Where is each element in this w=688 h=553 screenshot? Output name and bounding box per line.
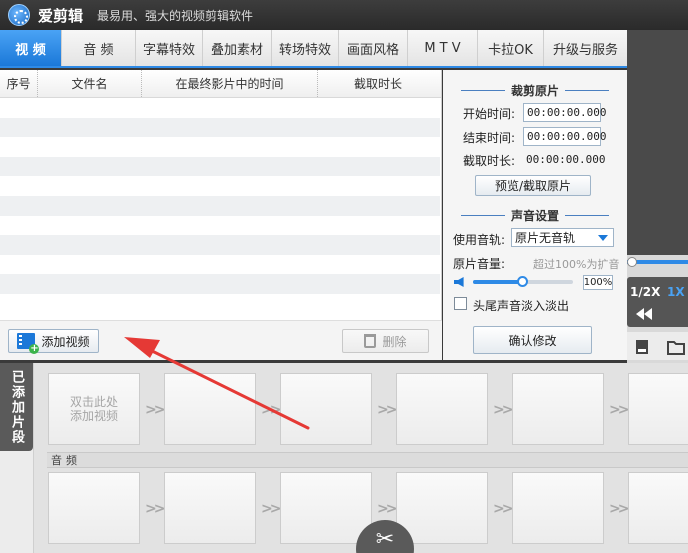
duration-value: 00:00:00.000 xyxy=(526,153,606,166)
clip-slot[interactable] xyxy=(396,373,488,445)
transition-chevron-icon: >> xyxy=(493,402,513,418)
tab-video[interactable]: 视 频 xyxy=(0,30,62,66)
audio-slot[interactable] xyxy=(48,472,140,544)
tab-mtv[interactable]: M T V xyxy=(408,30,478,66)
transition-chevron-icon: >> xyxy=(261,402,281,418)
file-list-panel: 序号 文件名 在最终影片中的时间 截取时长 添加视频 删除 xyxy=(0,70,442,360)
audio-track-label: 音频 xyxy=(47,452,688,468)
volume-slider-fill xyxy=(473,280,523,284)
table-row xyxy=(0,235,440,255)
speed-control-bar: 1/2X 1X xyxy=(627,277,688,327)
settings-panel: 裁剪原片 开始时间: 00:00:00.000 结束时间: 00:00:00.0… xyxy=(443,70,627,360)
chevron-down-icon xyxy=(598,235,608,241)
delete-label: 删除 xyxy=(382,334,407,349)
clip-slot[interactable] xyxy=(512,373,604,445)
tab-picture-style[interactable]: 画面风格 xyxy=(339,30,408,66)
speed-1x-button[interactable]: 1X xyxy=(667,285,685,299)
playback-slider-thumb[interactable] xyxy=(627,257,637,267)
audio-slot[interactable] xyxy=(280,472,372,544)
transition-chevron-icon: >> xyxy=(609,501,629,517)
volume-slider-thumb[interactable] xyxy=(517,276,528,287)
volume-label: 原片音量: xyxy=(453,257,506,271)
audio-slot[interactable] xyxy=(164,472,256,544)
duration-label: 截取时长: xyxy=(463,154,516,168)
file-table-body xyxy=(0,98,440,314)
table-row xyxy=(0,156,440,177)
table-row xyxy=(0,176,440,196)
transition-chevron-icon: >> xyxy=(377,501,397,517)
clip-section-title: 裁剪原片 xyxy=(443,82,627,99)
audio-slot[interactable] xyxy=(512,472,604,544)
col-filename[interactable]: 文件名 xyxy=(38,70,142,97)
table-row xyxy=(0,255,440,275)
tab-karaoke[interactable]: 卡拉OK xyxy=(478,30,544,66)
main-tab-bar: 视 频 音 频 字幕特效 叠加素材 转场特效 画面风格 M T V 卡拉OK 升… xyxy=(0,30,627,68)
add-film-icon xyxy=(17,333,40,354)
audio-slot[interactable] xyxy=(628,472,688,544)
transition-chevron-icon: >> xyxy=(261,501,281,517)
track-label: 使用音轨: xyxy=(453,233,506,247)
clip-slot[interactable] xyxy=(628,373,688,445)
clip-slot[interactable] xyxy=(280,373,372,445)
clip-slot-placeholder: 双击此处 添加视频 xyxy=(69,395,118,423)
add-video-label: 添加视频 xyxy=(41,334,90,349)
transition-chevron-icon: >> xyxy=(145,501,165,517)
table-row xyxy=(0,98,440,118)
player-controls: 1/2X 1X xyxy=(627,255,688,363)
table-row xyxy=(0,294,440,314)
tab-audio[interactable]: 音 频 xyxy=(62,30,136,66)
preview-area xyxy=(627,30,688,255)
tab-overlay-materials[interactable]: 叠加素材 xyxy=(203,30,272,66)
audio-track-select[interactable]: 原片无音轨 xyxy=(511,228,614,247)
file-table-header: 序号 文件名 在最终影片中的时间 截取时长 xyxy=(0,70,441,98)
file-list-toolbar: 添加视频 删除 xyxy=(0,320,442,360)
speaker-icon xyxy=(454,277,464,287)
preview-clip-button[interactable]: 预览/截取原片 xyxy=(475,175,591,196)
table-row xyxy=(0,117,440,138)
fade-checkbox[interactable] xyxy=(454,297,467,310)
speed-half-button[interactable]: 1/2X xyxy=(630,285,660,299)
sound-section-title: 声音设置 xyxy=(443,207,627,224)
col-index[interactable]: 序号 xyxy=(0,70,38,97)
volume-percent-input[interactable]: 100% xyxy=(583,275,613,290)
audio-track-value: 原片无音轨 xyxy=(515,231,576,245)
transition-chevron-icon: >> xyxy=(145,402,165,418)
table-row xyxy=(0,216,440,236)
col-final-time[interactable]: 在最终影片中的时间 xyxy=(142,70,318,97)
start-time-label: 开始时间: xyxy=(463,107,516,121)
table-row xyxy=(0,195,440,216)
table-row xyxy=(0,137,440,157)
tab-upgrade-service[interactable]: 升级与服务 xyxy=(544,30,627,66)
transition-chevron-icon: >> xyxy=(493,501,513,517)
transition-chevron-icon: >> xyxy=(377,402,397,418)
added-clips-tab[interactable]: 已添加片段 xyxy=(0,363,33,451)
clip-slot[interactable] xyxy=(164,373,256,445)
confirm-button[interactable]: 确认修改 xyxy=(473,326,592,354)
end-time-label: 结束时间: xyxy=(463,131,516,145)
tab-subtitle-effects[interactable]: 字幕特效 xyxy=(136,30,203,66)
rewind-icon[interactable] xyxy=(633,308,655,320)
player-icon-row xyxy=(627,332,688,360)
fade-label: 头尾声音淡入淡出 xyxy=(473,299,570,313)
tab-transitions[interactable]: 转场特效 xyxy=(272,30,339,66)
start-time-input[interactable]: 00:00:00.000 xyxy=(523,103,606,122)
volume-hint: 超过100%为扩音 xyxy=(533,258,620,271)
col-clip-duration[interactable]: 截取时长 xyxy=(318,70,438,97)
end-time-input[interactable]: 00:00:00.000 xyxy=(523,127,606,146)
trash-icon xyxy=(364,334,377,348)
app-slogan: 最易用、强大的视频剪辑软件 xyxy=(97,8,254,23)
transition-chevron-icon: >> xyxy=(609,402,629,418)
app-logo-icon xyxy=(8,4,30,26)
clip-slot-add[interactable]: 双击此处 添加视频 xyxy=(48,373,140,445)
title-bar: 爱剪辑 最易用、强大的视频剪辑软件 xyxy=(0,0,688,30)
table-row xyxy=(0,274,440,294)
app-name: 爱剪辑 xyxy=(38,6,84,25)
delete-button[interactable]: 删除 xyxy=(342,329,429,353)
open-folder-icon[interactable] xyxy=(667,339,685,355)
add-video-button[interactable]: 添加视频 xyxy=(8,329,99,354)
new-file-icon[interactable] xyxy=(634,339,650,355)
